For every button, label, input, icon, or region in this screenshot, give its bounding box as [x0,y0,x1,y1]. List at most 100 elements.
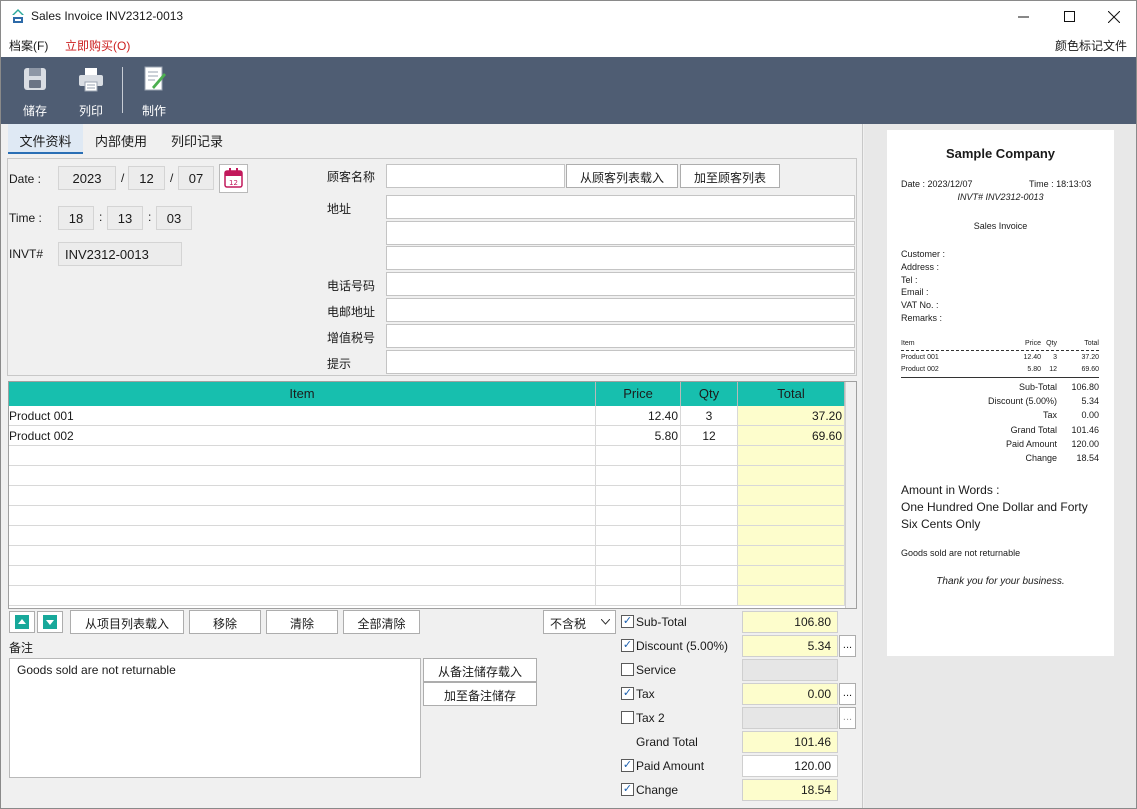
hour-field[interactable]: 18 [58,206,94,230]
grid-cell-price[interactable] [596,466,681,486]
grid-cell-total[interactable] [738,546,845,566]
invoice-number-field[interactable]: INV2312-0013 [58,242,182,266]
maximize-button[interactable] [1046,1,1092,32]
change-checkbox[interactable]: ✓ [621,783,634,796]
menu-file[interactable]: 档案(F) [9,37,48,54]
grid-cell-qty[interactable] [681,566,738,586]
grid-cell-qty[interactable] [681,526,738,546]
grid-scrollbar[interactable] [845,382,856,608]
grid-cell-item[interactable] [9,446,596,466]
day-field[interactable]: 07 [178,166,214,190]
email-input[interactable] [386,298,855,322]
address-line1-input[interactable] [386,195,855,219]
add-customer-button[interactable]: 加至顾客列表 [680,164,780,188]
grid-cell-qty[interactable]: 12 [681,426,738,446]
load-notes-button[interactable]: 从备注储存载入 [423,658,537,682]
grid-cell-qty[interactable]: 3 [681,406,738,426]
receipt-words-label: Amount in Words : [901,483,1000,497]
time-separator: : [148,210,152,224]
second-field[interactable]: 03 [156,206,192,230]
grid-cell-item[interactable] [9,486,596,506]
grid-cell-item[interactable] [9,526,596,546]
tax2-checkbox[interactable] [621,711,634,724]
save-notes-button[interactable]: 加至备注储存 [423,682,537,706]
grid-cell-price[interactable] [596,566,681,586]
make-button[interactable]: 制作 [129,63,179,119]
tax-checkbox[interactable]: ✓ [621,687,634,700]
grid-cell-qty[interactable] [681,586,738,606]
grid-cell-total[interactable]: 37.20 [738,406,845,426]
tax-mode-select[interactable]: 不含税 [543,610,616,634]
save-button[interactable]: 储存 [10,63,60,119]
address-line2-input[interactable] [386,221,855,245]
move-up-button[interactable] [9,611,35,633]
close-button[interactable] [1091,1,1137,32]
address-line3-input[interactable] [386,246,855,270]
grid-cell-qty[interactable] [681,546,738,566]
year-field[interactable]: 2023 [58,166,116,190]
grid-cell-total[interactable] [738,446,845,466]
grid-cell-qty[interactable] [681,466,738,486]
grid-cell-item[interactable] [9,586,596,606]
notes-label: 备注 [9,641,34,655]
print-button[interactable]: 列印 [66,63,116,119]
grid-cell-price[interactable]: 12.40 [596,406,681,426]
menu-color-mark[interactable]: 颜色标记文件 [1055,37,1127,54]
subtotal-checkbox[interactable]: ✓ [621,615,634,628]
grid-cell-price[interactable] [596,506,681,526]
phone-input[interactable] [386,272,855,296]
discount-settings-button[interactable]: ... [839,635,856,657]
grid-cell-item[interactable] [9,466,596,486]
tab-internal-use[interactable]: 内部使用 [85,124,157,154]
grid-cell-price[interactable] [596,546,681,566]
tax2-settings-button[interactable]: ... [839,707,856,729]
grid-cell-price[interactable] [596,446,681,466]
service-checkbox[interactable] [621,663,634,676]
grid-cell-total[interactable] [738,486,845,506]
grid-cell-total[interactable] [738,506,845,526]
remove-item-button[interactable]: 移除 [189,610,261,634]
vat-input[interactable] [386,324,855,348]
column-header-qty[interactable]: Qty [681,382,738,406]
grid-cell-item[interactable] [9,506,596,526]
grid-cell-price[interactable] [596,486,681,506]
column-header-total[interactable]: Total [738,382,845,406]
month-field[interactable]: 12 [128,166,165,190]
minimize-button[interactable] [1000,1,1046,32]
grid-cell-qty[interactable] [681,446,738,466]
tax-settings-button[interactable]: ... [839,683,856,705]
grid-cell-item[interactable]: Product 001 [9,406,596,426]
grid-cell-total[interactable] [738,586,845,606]
paid-amount-input[interactable]: 120.00 [742,755,838,777]
grid-cell-price[interactable] [596,526,681,546]
paid-checkbox[interactable]: ✓ [621,759,634,772]
clear-all-button[interactable]: 全部清除 [343,610,420,634]
discount-checkbox[interactable]: ✓ [621,639,634,652]
grid-cell-item[interactable] [9,566,596,586]
tab-document-info[interactable]: 文件资料 [8,124,83,154]
grid-cell-total[interactable] [738,566,845,586]
grid-cell-item[interactable]: Product 002 [9,426,596,446]
column-header-item[interactable]: Item [9,382,596,406]
remark-input[interactable] [386,350,855,374]
notes-textarea[interactable]: Goods sold are not returnable [9,658,421,778]
clear-button[interactable]: 清除 [266,610,338,634]
check-icon: ✓ [622,687,633,699]
grid-cell-qty[interactable] [681,486,738,506]
calendar-button[interactable]: 12 [219,164,248,193]
load-customer-button[interactable]: 从顾客列表载入 [566,164,678,188]
tab-print-log[interactable]: 列印记录 [161,124,233,154]
grid-cell-price[interactable] [596,586,681,606]
column-header-price[interactable]: Price [596,382,681,406]
menu-buy-now[interactable]: 立即购买(O) [65,37,130,54]
customer-name-input[interactable] [386,164,565,188]
minute-field[interactable]: 13 [107,206,143,230]
grid-cell-price[interactable]: 5.80 [596,426,681,446]
load-items-button[interactable]: 从项目列表载入 [70,610,184,634]
grid-cell-total[interactable] [738,466,845,486]
move-down-button[interactable] [37,611,63,633]
grid-cell-qty[interactable] [681,506,738,526]
grid-cell-item[interactable] [9,546,596,566]
grid-cell-total[interactable] [738,526,845,546]
grid-cell-total[interactable]: 69.60 [738,426,845,446]
